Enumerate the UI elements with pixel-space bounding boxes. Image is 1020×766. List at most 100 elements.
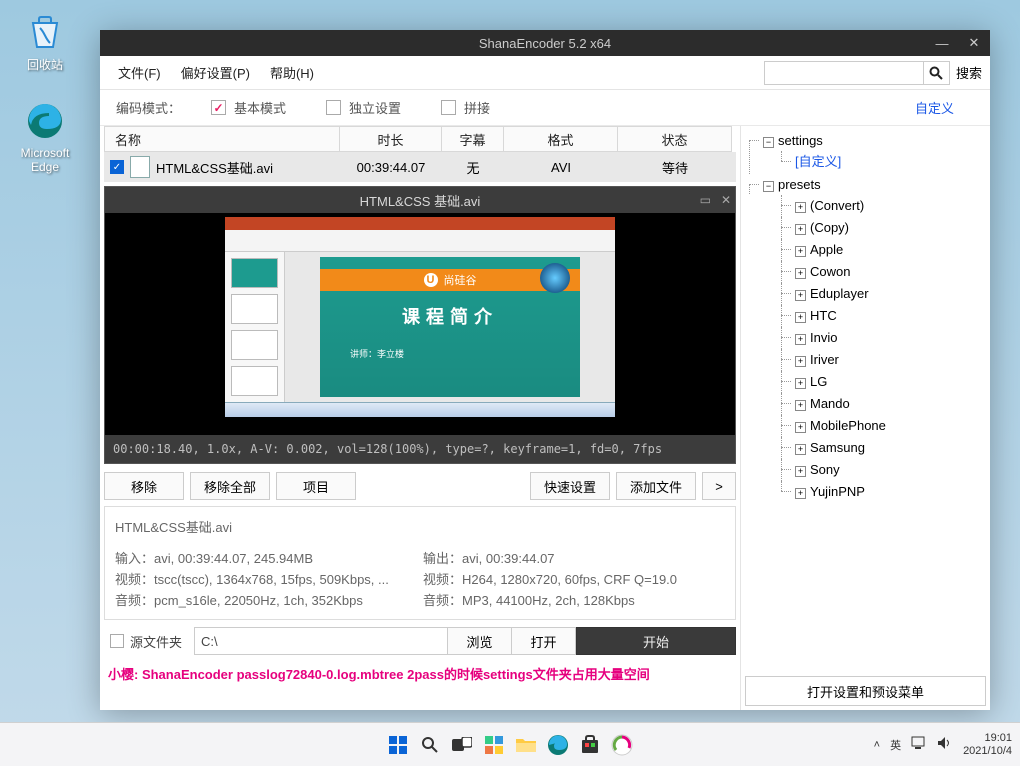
checkbox-icon — [326, 100, 341, 115]
shanaencoder-window: ShanaEncoder 5.2 x64 — ✕ 文件(F) 偏好设置(P) 帮… — [100, 30, 990, 710]
tree-presets[interactable]: −presets +(Convert)+(Copy)+Apple+Cowon+E… — [749, 174, 988, 504]
tree-item[interactable]: +Mando — [781, 393, 988, 415]
mode-indep[interactable]: 独立设置 — [326, 98, 401, 117]
preset-tree-panel: −settings [自定义] −presets +(Convert)+(Cop… — [740, 126, 990, 710]
menu-file[interactable]: 文件(F) — [108, 59, 171, 86]
search-icon — [929, 66, 943, 80]
recycle-bin-icon — [24, 10, 66, 52]
item-button[interactable]: 项目 — [276, 472, 356, 500]
preview-panel: HTML&CSS 基础.avi ▭✕ U尚硅谷 — [104, 186, 736, 464]
window-title: ShanaEncoder 5.2 x64 — [479, 36, 611, 51]
quick-settings-button[interactable]: 快速设置 — [530, 472, 610, 500]
col-duration[interactable]: 时长 — [340, 126, 442, 152]
tree-item[interactable]: +Apple — [781, 239, 988, 261]
start-button[interactable]: 开始 — [576, 627, 736, 655]
clock-date[interactable]: 2021/10/4 — [963, 745, 1012, 757]
preview-content: U尚硅谷 课程简介 讲师：李立楼 — [105, 213, 735, 435]
search-button[interactable] — [924, 61, 950, 85]
output-path-row: 源文件夹 浏览 打开 开始 — [104, 626, 736, 656]
mode-basic[interactable]: ✓基本模式 — [211, 98, 286, 117]
explorer-icon[interactable] — [513, 732, 539, 758]
tree-item[interactable]: +Eduplayer — [781, 283, 988, 305]
tree-item[interactable]: +LG — [781, 371, 988, 393]
output-path-input[interactable] — [194, 627, 448, 655]
minimize-button[interactable]: — — [926, 30, 958, 56]
open-preset-menu-button[interactable]: 打开设置和预设菜单 — [745, 676, 986, 706]
row-state: 等待 — [618, 152, 732, 182]
ime-indicator[interactable]: 英 — [890, 737, 901, 753]
footer-message: 小樱: ShanaEncoder passlog72840-0.log.mbtr… — [100, 660, 740, 689]
taskview-icon[interactable] — [449, 732, 475, 758]
search-input[interactable] — [764, 61, 924, 85]
ppt-window: U尚硅谷 课程简介 讲师：李立楼 — [225, 217, 615, 417]
volume-icon[interactable] — [937, 736, 953, 753]
desktop-label: Microsoft Edge — [10, 146, 80, 174]
add-file-button[interactable]: 添加文件 — [616, 472, 696, 500]
network-icon[interactable] — [911, 736, 927, 753]
remove-button[interactable]: 移除 — [104, 472, 184, 500]
action-buttons: 移除 移除全部 项目 快速设置 添加文件 > — [104, 472, 736, 500]
info-panel: HTML&CSS基础.avi 输入：avi, 00:39:44.07, 245.… — [104, 506, 736, 620]
preview-close-icon[interactable]: ✕ — [721, 193, 731, 207]
taskbar[interactable]: ˄ 英 19:01 2021/10/4 — [0, 722, 1020, 766]
slide-lecturer: 讲师：李立楼 — [350, 347, 404, 360]
tree-item[interactable]: +YujinPNP — [781, 481, 988, 503]
globe-icon — [540, 263, 570, 293]
tray-chevron-icon[interactable]: ˄ — [874, 739, 880, 751]
tree-item[interactable]: +HTC — [781, 305, 988, 327]
source-folder-check[interactable]: 源文件夹 — [104, 632, 194, 651]
preview-restore-icon[interactable]: ▭ — [700, 193, 711, 207]
widgets-icon[interactable] — [481, 732, 507, 758]
slide-title: 课程简介 — [402, 303, 498, 329]
more-button[interactable]: > — [702, 472, 736, 500]
menu-pref[interactable]: 偏好设置(P) — [171, 59, 260, 86]
info-filename: HTML&CSS基础.avi — [115, 517, 725, 536]
taskbar-app-icon[interactable] — [609, 732, 635, 758]
taskbar-edge-icon[interactable] — [545, 732, 571, 758]
menubar: 文件(F) 偏好设置(P) 帮助(H) 搜索 — [100, 56, 990, 90]
menu-help[interactable]: 帮助(H) — [260, 59, 324, 86]
col-name[interactable]: 名称 — [104, 126, 340, 152]
desktop-icon-edge[interactable]: Microsoft Edge — [10, 100, 80, 174]
open-button[interactable]: 打开 — [512, 627, 576, 655]
tree-item[interactable]: +(Copy) — [781, 217, 988, 239]
tree-item[interactable]: +Samsung — [781, 437, 988, 459]
remove-all-button[interactable]: 移除全部 — [190, 472, 270, 500]
row-filename: HTML&CSS基础.avi — [156, 158, 273, 177]
table-row[interactable]: ✓HTML&CSS基础.avi 00:39:44.07 无 AVI 等待 — [104, 152, 736, 182]
preview-status: 00:00:18.40, 1.0x, A-V: 0.002, vol=128(1… — [105, 435, 735, 463]
customize-link[interactable]: 自定义 — [915, 98, 954, 117]
row-duration: 00:39:44.07 — [340, 152, 442, 182]
col-subtitle[interactable]: 字幕 — [442, 126, 504, 152]
mode-label: 编码模式： — [116, 98, 181, 117]
preset-tree[interactable]: −settings [自定义] −presets +(Convert)+(Cop… — [741, 126, 990, 672]
checkbox-icon: ✓ — [211, 100, 226, 115]
col-format[interactable]: 格式 — [504, 126, 618, 152]
tree-item[interactable]: +(Convert) — [781, 195, 988, 217]
titlebar[interactable]: ShanaEncoder 5.2 x64 — ✕ — [100, 30, 990, 56]
row-subtitle: 无 — [442, 152, 504, 182]
mode-concat[interactable]: 拼接 — [441, 98, 490, 117]
browse-button[interactable]: 浏览 — [448, 627, 512, 655]
clock-time[interactable]: 19:01 — [963, 732, 1012, 744]
store-icon[interactable] — [577, 732, 603, 758]
start-button[interactable] — [385, 732, 411, 758]
tree-item[interactable]: +Iriver — [781, 349, 988, 371]
checkbox-icon — [441, 100, 456, 115]
encode-mode-row: 编码模式： ✓基本模式 独立设置 拼接 自定义 — [100, 90, 990, 126]
tree-item[interactable]: +Invio — [781, 327, 988, 349]
desktop-icon-recycle[interactable]: 回收站 — [10, 10, 80, 73]
tree-item[interactable]: +MobilePhone — [781, 415, 988, 437]
col-state[interactable]: 状态 — [618, 126, 732, 152]
taskbar-search-icon[interactable] — [417, 732, 443, 758]
table-header: 名称 时长 字幕 格式 状态 — [100, 126, 740, 152]
close-button[interactable]: ✕ — [958, 30, 990, 56]
preview-titlebar[interactable]: HTML&CSS 基础.avi ▭ ✕ — [105, 187, 735, 213]
tree-custom[interactable]: [自定义] — [781, 151, 988, 173]
preview-title: HTML&CSS 基础.avi — [360, 191, 481, 210]
tree-item[interactable]: +Cowon — [781, 261, 988, 283]
tree-item[interactable]: +Sony — [781, 459, 988, 481]
tree-settings[interactable]: −settings [自定义] — [749, 130, 988, 174]
desktop-label: 回收站 — [10, 56, 80, 73]
row-checkbox[interactable]: ✓ — [110, 160, 124, 174]
